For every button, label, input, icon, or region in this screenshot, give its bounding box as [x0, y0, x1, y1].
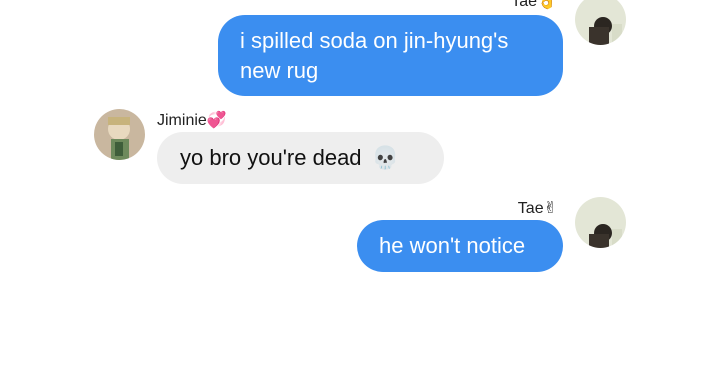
- skull-icon: 💀: [371, 146, 400, 171]
- sender-name: Jiminie: [157, 112, 207, 129]
- sender-name: Tae: [511, 0, 538, 10]
- avatar-jiminie[interactable]: [94, 109, 145, 160]
- sender-name: Tae: [517, 200, 544, 217]
- sender-emoji: 💞: [206, 110, 227, 129]
- message-text-line: i spilled soda on jin-hyung's: [240, 28, 509, 53]
- chat-thread: Tae👌 i spilled soda on jin-hyung's new r…: [0, 0, 720, 370]
- avatar-tae[interactable]: [575, 197, 626, 248]
- message-text: yo bro you're dead: [180, 145, 362, 170]
- message-text: he won't notice: [379, 233, 526, 258]
- sender-name-jiminie: Jiminie💞: [157, 111, 227, 130]
- message-bubble-outgoing[interactable]: he won't notice: [357, 220, 563, 272]
- sender-name-tae: Tae👌: [511, 0, 557, 11]
- avatar-tae[interactable]: [575, 0, 626, 45]
- sender-emoji: 👌: [537, 0, 557, 10]
- message-text-line: new rug: [240, 58, 319, 83]
- message-bubble-incoming[interactable]: yo bro you're dead 💀: [157, 132, 444, 184]
- sender-emoji: ✌: [543, 198, 557, 217]
- message-bubble-outgoing[interactable]: i spilled soda on jin-hyung's new rug: [218, 15, 563, 96]
- sender-name-tae: Tae✌: [518, 199, 557, 218]
